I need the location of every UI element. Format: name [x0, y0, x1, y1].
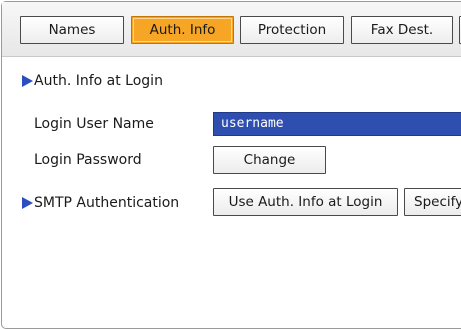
tab-names[interactable]: Names	[20, 16, 124, 44]
section-title-auth-info-at-login: Auth. Info at Login	[34, 73, 163, 89]
change-password-button[interactable]: Change	[213, 146, 326, 174]
section-title-smtp-authentication: SMTP Authentication	[34, 195, 180, 211]
login-user-name-label: Login User Name	[34, 116, 154, 132]
use-auth-info-at-login-button[interactable]: Use Auth. Info at Login	[213, 188, 398, 216]
tab-fax-dest[interactable]: Fax Dest.	[351, 16, 453, 44]
login-password-label: Login Password	[34, 152, 142, 168]
tab-protection[interactable]: Protection	[240, 16, 344, 44]
tab-auth-info[interactable]: Auth. Info	[131, 16, 234, 44]
login-user-name-field[interactable]: username	[213, 112, 461, 136]
tab-bar-divider	[2, 56, 461, 57]
section-marker-icon	[22, 75, 33, 87]
specify-button[interactable]: Specify	[404, 188, 461, 216]
section-marker-icon	[22, 197, 33, 209]
